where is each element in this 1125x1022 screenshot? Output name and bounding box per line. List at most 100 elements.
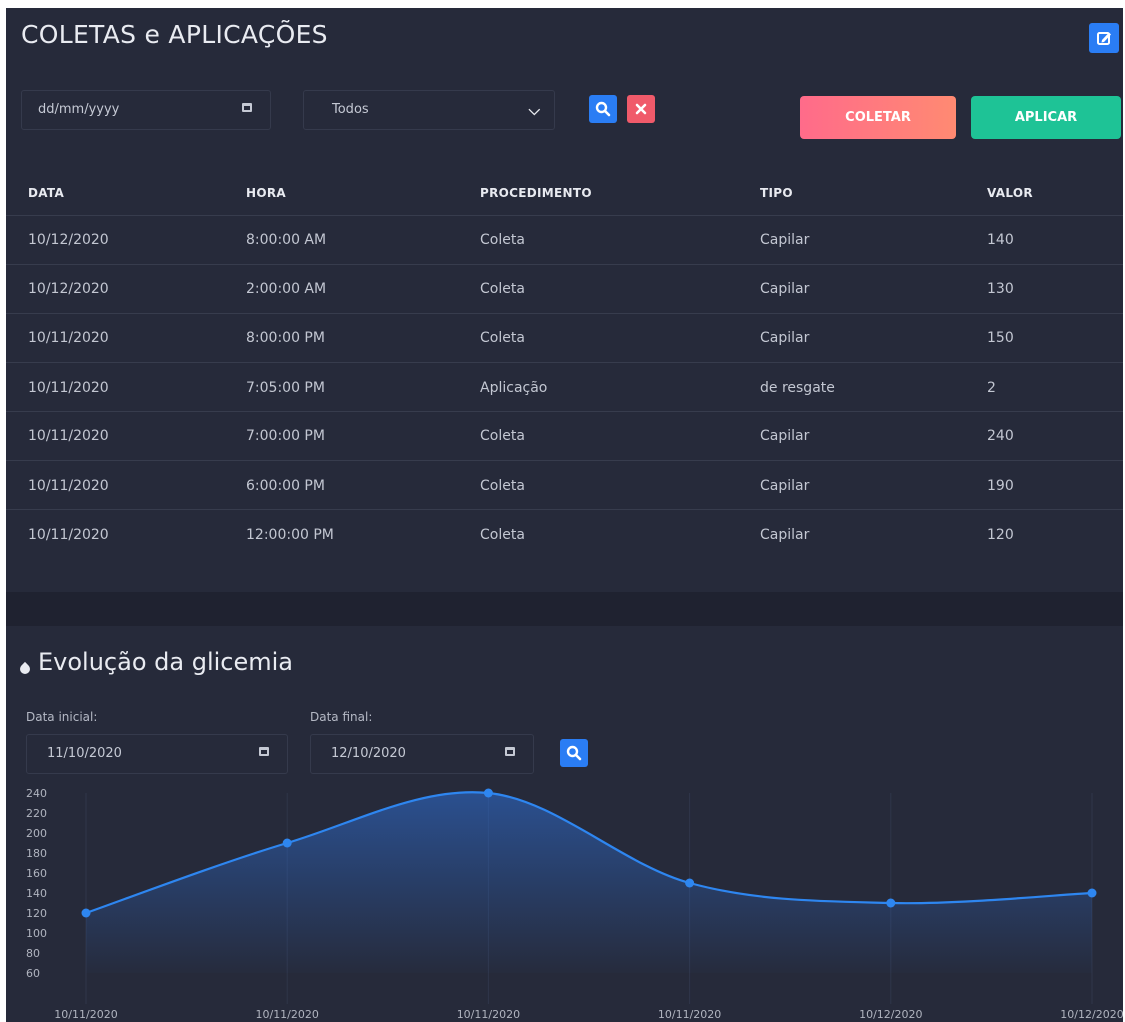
cell-tipo: Capilar — [760, 281, 810, 297]
cell-data: 10/11/2020 — [28, 330, 109, 346]
cell-valor: 190 — [987, 478, 1014, 494]
end-date-label: Data final: — [310, 710, 373, 724]
y-tick-label: 180 — [26, 847, 47, 860]
search-icon — [566, 745, 582, 761]
cell-data: 10/11/2020 — [28, 428, 109, 444]
cell-procedimento: Coleta — [480, 281, 525, 297]
cell-hora: 8:00:00 AM — [246, 232, 327, 248]
cell-valor: 2 — [987, 380, 996, 396]
start-date-value: 11/10/2020 — [47, 746, 122, 761]
y-tick-label: 140 — [26, 887, 47, 900]
cell-tipo: Capilar — [760, 478, 810, 494]
section-title: Evolução da glicemia — [38, 648, 293, 676]
cell-valor: 240 — [987, 428, 1014, 444]
row-divider — [6, 362, 1123, 363]
app-window: COLETAS e APLICAÇÕES dd/mm/yyyy Todos ⌵ — [6, 8, 1123, 1022]
row-divider — [6, 509, 1123, 510]
search-button[interactable] — [589, 95, 617, 123]
date-filter-input[interactable]: dd/mm/yyyy — [21, 90, 271, 130]
y-tick-label: 80 — [26, 947, 40, 960]
cell-data: 10/12/2020 — [28, 281, 109, 297]
type-filter-value: Todos — [332, 102, 369, 117]
cell-procedimento: Coleta — [480, 232, 525, 248]
y-tick-label: 120 — [26, 907, 47, 920]
cell-hora: 7:05:00 PM — [246, 380, 325, 396]
cell-hora: 6:00:00 PM — [246, 478, 325, 494]
row-divider — [6, 460, 1123, 461]
column-header-valor: VALOR — [987, 186, 1033, 200]
cell-valor: 150 — [987, 330, 1014, 346]
column-header-procedimento: PROCEDIMENTO — [480, 186, 592, 200]
start-date-input[interactable]: 11/10/2020 — [26, 734, 288, 774]
cell-valor: 140 — [987, 232, 1014, 248]
x-tick-label: 10/11/2020 — [255, 1008, 318, 1021]
close-icon — [635, 103, 647, 115]
edit-button[interactable] — [1089, 23, 1119, 53]
row-divider — [6, 215, 1123, 216]
chart-search-button[interactable] — [560, 739, 588, 767]
cell-procedimento: Coleta — [480, 527, 525, 543]
cell-data: 10/11/2020 — [28, 527, 109, 543]
section-divider — [6, 592, 1123, 626]
row-divider — [6, 313, 1123, 314]
end-date-value: 12/10/2020 — [331, 746, 406, 761]
y-tick-label: 220 — [26, 807, 47, 820]
calendar-icon — [242, 103, 252, 112]
y-tick-label: 100 — [26, 927, 47, 940]
date-filter-placeholder: dd/mm/yyyy — [38, 102, 120, 117]
chevron-down-icon: ⌵ — [528, 101, 540, 119]
cell-hora: 8:00:00 PM — [246, 330, 325, 346]
records-panel: COLETAS e APLICAÇÕES dd/mm/yyyy Todos ⌵ — [6, 8, 1123, 592]
coletar-button[interactable]: COLETAR — [800, 96, 956, 139]
cell-tipo: Capilar — [760, 428, 810, 444]
data-point — [886, 898, 896, 908]
y-tick-label: 160 — [26, 867, 47, 880]
column-header-tipo: TIPO — [760, 186, 793, 200]
start-date-label: Data inicial: — [26, 710, 98, 724]
x-tick-label: 10/11/2020 — [457, 1008, 520, 1021]
cell-hora: 7:00:00 PM — [246, 428, 325, 444]
row-divider — [6, 264, 1123, 265]
cell-hora: 12:00:00 PM — [246, 527, 334, 543]
data-point — [1087, 888, 1097, 898]
cell-data: 10/11/2020 — [28, 380, 109, 396]
data-point — [483, 788, 493, 798]
data-point — [81, 908, 91, 918]
y-tick-label: 200 — [26, 827, 47, 840]
x-tick-label: 10/11/2020 — [54, 1008, 117, 1021]
x-tick-label: 10/12/2020 — [859, 1008, 922, 1021]
x-tick-label: 10/11/2020 — [658, 1008, 721, 1021]
cell-valor: 130 — [987, 281, 1014, 297]
edit-icon — [1097, 32, 1111, 45]
glycemia-chart: 60 80 100 120 140 160 180 200 220 240 10/11/2020 10… — [26, 787, 1123, 1021]
cell-procedimento: Aplicação — [480, 380, 548, 396]
column-header-hora: HORA — [246, 186, 286, 200]
series-area — [86, 792, 1092, 973]
clear-filter-button[interactable] — [627, 95, 655, 123]
end-date-input[interactable]: 12/10/2020 — [310, 734, 534, 774]
cell-procedimento: Coleta — [480, 478, 525, 494]
y-tick-label: 240 — [26, 787, 47, 800]
search-icon — [595, 101, 611, 117]
y-tick-label: 60 — [26, 967, 40, 980]
cell-hora: 2:00:00 AM — [246, 281, 327, 297]
data-point — [282, 838, 292, 848]
cell-procedimento: Coleta — [480, 428, 525, 444]
column-header-data: DATA — [28, 186, 65, 200]
page-title: COLETAS e APLICAÇÕES — [21, 20, 328, 49]
x-tick-label: 10/12/2020 — [1060, 1008, 1123, 1021]
cell-valor: 120 — [987, 527, 1014, 543]
cell-tipo: Capilar — [760, 330, 810, 346]
cell-tipo: Capilar — [760, 527, 810, 543]
calendar-icon — [505, 747, 515, 756]
cell-data: 10/12/2020 — [28, 232, 109, 248]
data-point — [685, 878, 695, 888]
cell-procedimento: Coleta — [480, 330, 525, 346]
cell-data: 10/11/2020 — [28, 478, 109, 494]
aplicar-button[interactable]: APLICAR — [971, 96, 1121, 139]
type-filter-select[interactable]: Todos ⌵ — [303, 90, 555, 130]
cell-tipo: Capilar — [760, 232, 810, 248]
cell-tipo: de resgate — [760, 380, 835, 396]
calendar-icon — [259, 747, 269, 756]
row-divider — [6, 411, 1123, 412]
